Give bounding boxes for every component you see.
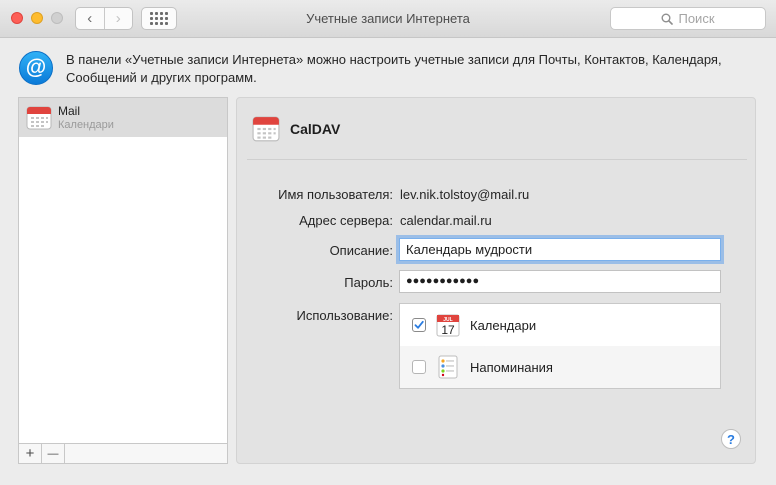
calendars-label: Календари	[470, 317, 537, 333]
checkmark-icon	[414, 320, 424, 329]
account-details-panel: CalDAV Имя пользователя: lev.nik.tolstoy…	[236, 97, 756, 464]
calendars-checkbox[interactable]	[412, 318, 426, 332]
username-label: Имя пользователя:	[278, 187, 393, 202]
description-label: Описание:	[329, 243, 393, 258]
account-type-title: CalDAV	[290, 121, 341, 137]
list-footer: + —	[19, 443, 227, 463]
help-button[interactable]: ?	[721, 429, 741, 449]
title-bar: ‹ › Учетные записи Интернета Поиск	[0, 0, 776, 38]
search-icon	[661, 13, 674, 25]
account-item-texts: Mail Календари	[58, 104, 114, 132]
account-title: Mail	[58, 103, 81, 118]
usage-row-reminders[interactable]: Напоминания	[400, 346, 720, 388]
server-value: calendar.mail.ru	[400, 213, 492, 228]
reminders-app-icon	[438, 355, 458, 379]
calendar-icon	[252, 116, 280, 142]
reminders-label: Напоминания	[470, 359, 553, 375]
remove-account-button[interactable]: —	[42, 444, 65, 463]
account-item-mail[interactable]: Mail Календари	[19, 98, 227, 137]
minus-icon: —	[47, 447, 59, 460]
search-field[interactable]: Поиск	[610, 7, 766, 30]
password-field[interactable]: ●●●●●●●●●●●	[399, 270, 721, 293]
help-icon: ?	[727, 431, 735, 447]
internet-accounts-icon: @	[19, 51, 53, 85]
usage-label: Использование:	[296, 308, 393, 323]
plus-icon: +	[25, 445, 35, 462]
search-placeholder: Поиск	[678, 11, 715, 26]
accounts-list: Mail Календари + —	[18, 97, 228, 464]
info-description: В панели «Учетные записи Интернета» можн…	[66, 52, 722, 85]
usage-list: JUL 17 Календари Напоминания	[399, 303, 721, 389]
add-account-button[interactable]: +	[19, 444, 42, 463]
account-subtitle: Календари	[58, 118, 114, 131]
reminders-checkbox[interactable]	[412, 360, 426, 374]
calendar-icon	[26, 106, 52, 129]
svg-text:@: @	[26, 56, 46, 79]
password-label: Пароль:	[344, 275, 393, 290]
header-divider	[247, 159, 747, 160]
calendar-app-icon: JUL 17	[436, 314, 460, 337]
server-label: Адрес сервера:	[299, 213, 393, 228]
calendar-day-text: 17	[441, 323, 455, 337]
username-value: lev.nik.tolstoy@mail.ru	[400, 187, 530, 202]
usage-row-calendars[interactable]: JUL 17 Календари	[400, 304, 720, 346]
description-field[interactable]	[399, 238, 721, 261]
